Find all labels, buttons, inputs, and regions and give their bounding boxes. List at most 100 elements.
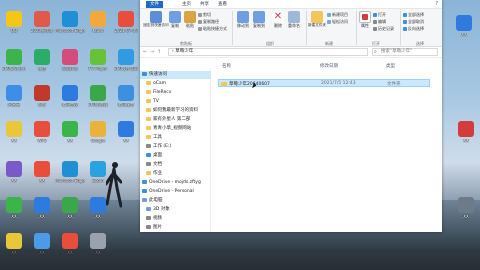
search-input[interactable]: 搜索"草莓少年" xyxy=(372,48,438,56)
app-icon xyxy=(6,161,22,177)
ribbon-separator xyxy=(306,11,307,45)
sidebar-item[interactable]: 如何我最新学习的资料 xyxy=(140,107,211,115)
invert-label: 反向选择 xyxy=(408,26,424,31)
desktop-icon[interactable]: 腾讯课堂 xyxy=(112,84,140,112)
paste-button[interactable]: 粘贴 xyxy=(183,11,197,29)
desktop-icon[interactable]: XX xyxy=(112,120,140,148)
copy-to-button[interactable]: 复制到 xyxy=(251,11,267,29)
open-button[interactable]: 打开 xyxy=(373,12,386,18)
select-none-button[interactable]: 全部取消 xyxy=(403,19,424,25)
desktop-icon[interactable]: XX xyxy=(0,120,28,148)
desktop-icon[interactable]: Zoom xyxy=(84,160,112,188)
desktop-icon[interactable]: 2021-07-09 xyxy=(112,10,140,38)
up-arrow-icon[interactable]: ↑ xyxy=(157,49,161,55)
folder-icon xyxy=(221,81,227,86)
desktop-icon[interactable]: Kuwo xyxy=(84,10,112,38)
table-row[interactable]: 草莓少年20640607 2021/7/5 12:43 文件夹 xyxy=(218,79,430,87)
new-item-button[interactable]: 新建项目 xyxy=(327,12,348,18)
desktop-icon[interactable]: 钉钉 xyxy=(28,84,56,112)
app-icon xyxy=(118,85,134,101)
copy-button[interactable]: 复制 xyxy=(168,11,182,29)
sidebar-item[interactable]: 此电脑 xyxy=(140,197,211,205)
desktop-icon[interactable]: XX xyxy=(28,196,56,224)
history-button[interactable]: 历史记录 xyxy=(373,26,394,32)
tab-file[interactable]: 文件 xyxy=(146,1,163,8)
folder-icon xyxy=(146,215,151,220)
desktop-icon[interactable]: 360浏览器 xyxy=(84,84,112,112)
desktop-icon[interactable]: XX xyxy=(0,196,28,224)
tab-view[interactable]: 查看 xyxy=(218,1,227,8)
desktop-icon[interactable]: XX xyxy=(452,120,480,148)
video-icon xyxy=(90,49,106,65)
app-icon xyxy=(6,197,22,213)
sidebar-item[interactable]: TV xyxy=(140,98,211,106)
invert-selection-button[interactable]: 反向选择 xyxy=(403,26,424,32)
folder-icon xyxy=(146,143,151,148)
move-to-button[interactable]: 移动到 xyxy=(235,11,251,29)
sidebar-item[interactable]: 青青小草_视频网站 xyxy=(140,125,211,133)
app-icon xyxy=(34,233,50,249)
folder-icon xyxy=(146,89,151,94)
easy-access-label: 轻松访问 xyxy=(332,19,348,24)
new-folder-button[interactable]: 新建文件夹 xyxy=(308,11,326,27)
open-icon xyxy=(373,13,377,17)
desktop-icon[interactable]: 2020新版本 xyxy=(28,10,56,38)
properties-button[interactable]: 属性 xyxy=(359,11,371,29)
column-name[interactable]: 名称 xyxy=(222,63,231,69)
desktop-icon[interactable]: XX xyxy=(450,14,478,42)
column-date[interactable]: 修改日期 xyxy=(320,63,338,69)
back-arrow-icon[interactable]: ← xyxy=(143,49,147,55)
sidebar-item[interactable]: 桌面 xyxy=(140,152,211,160)
sidebar-item[interactable]: 3D 对象 xyxy=(140,206,211,214)
desktop-icon[interactable]: FV Player xyxy=(84,48,112,76)
folder-icon xyxy=(146,206,151,211)
desktop-icon[interactable]: 家庭作业 xyxy=(56,48,84,76)
paste-shortcut-button[interactable]: 粘贴快捷方式 xyxy=(198,26,227,32)
easy-access-button[interactable]: 轻松访问 xyxy=(327,19,348,25)
desktop-icon[interactable]: 微信 xyxy=(28,48,56,76)
sidebar-item[interactable]: OneDrive - Personal xyxy=(140,188,211,196)
sidebar-item[interactable]: 视频 xyxy=(140,215,211,223)
desktop-icon[interactable]: 网易云 xyxy=(0,84,28,112)
desktop-icon[interactable]: WPS xyxy=(28,120,56,148)
sidebar-item[interactable]: oCam xyxy=(140,80,211,88)
sidebar-item[interactable]: 文档 xyxy=(140,161,211,169)
sidebar-item[interactable]: 工作 (E:) xyxy=(140,143,211,151)
desktop-icon[interactable]: 360安全卫士 xyxy=(0,48,28,76)
history-icon xyxy=(373,27,377,31)
sidebar-item[interactable]: 快速访问 xyxy=(140,71,211,79)
forward-arrow-icon[interactable]: → xyxy=(150,49,154,55)
column-type[interactable]: 类型 xyxy=(386,63,395,69)
desktop-icon[interactable]: Microsoft Edge xyxy=(55,10,85,38)
address-bar[interactable]: › 草莓少年 xyxy=(168,48,368,56)
tab-home[interactable]: 主页 xyxy=(182,1,191,8)
pin-quick-access-button[interactable]: 固定到快速访问 xyxy=(143,11,169,27)
help-icon[interactable]: ? xyxy=(435,1,438,7)
desktop-icon[interactable]: 360软件管家 xyxy=(112,48,140,76)
edit-button[interactable]: 编辑 xyxy=(373,19,386,25)
select-all-button[interactable]: 全部选择 xyxy=(403,12,424,18)
sidebar-item[interactable]: 作业 xyxy=(140,170,211,178)
desktop-icon[interactable]: XX xyxy=(0,160,28,188)
rename-button[interactable]: 重命名 xyxy=(286,11,302,29)
file-list: 名称 修改日期 类型 草莓少年20640607 2021/7/5 12:43 文… xyxy=(212,58,442,232)
desktop-icon[interactable]: 腾讯会议 xyxy=(56,84,84,112)
delete-button[interactable]: ✕ 删除 xyxy=(271,11,285,29)
sidebar-item[interactable]: FileRecv xyxy=(140,89,211,97)
sidebar-item[interactable]: 工具 xyxy=(140,134,211,142)
desktop-icon[interactable]: XX xyxy=(84,196,112,224)
sidebar-item[interactable]: 家有外星人 第二部 xyxy=(140,116,211,124)
desktop-icon[interactable]: XX xyxy=(28,160,56,188)
desktop-icon[interactable]: Microsoft Edge xyxy=(55,160,85,188)
edit-icon xyxy=(373,20,377,24)
desktop-icon[interactable]: QQ xyxy=(0,10,28,38)
sidebar-item[interactable]: OneDrive - mojds.zftyg xyxy=(140,179,211,187)
desktop-icon[interactable]: XX xyxy=(56,120,84,148)
tab-share[interactable]: 共享 xyxy=(200,1,209,8)
desktop-icon[interactable]: XX xyxy=(452,196,480,224)
desktop-icon[interactable]: XX xyxy=(56,196,84,224)
desktop-icon[interactable]: Google xyxy=(84,120,112,148)
cut-button[interactable]: 剪切 xyxy=(198,12,211,18)
copy-path-button[interactable]: 复制路径 xyxy=(198,19,219,25)
sidebar-item[interactable]: 图片 xyxy=(140,224,211,232)
